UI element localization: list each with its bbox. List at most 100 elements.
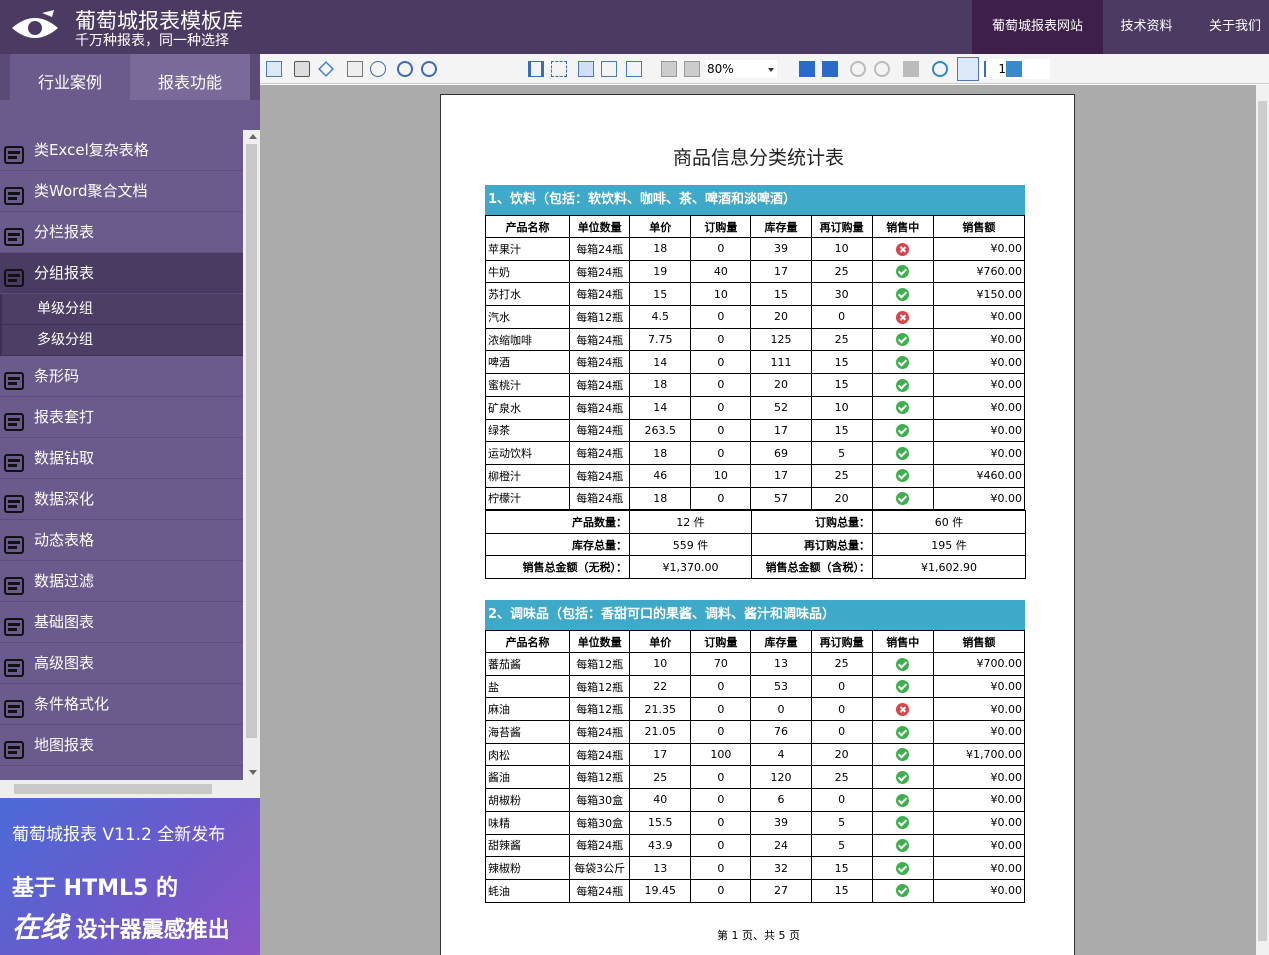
grape-logo-icon[interactable] [8, 8, 62, 46]
zoom-out-icon[interactable] [397, 61, 413, 77]
table-cell: 15 [750, 282, 812, 307]
first-page-icon[interactable] [661, 61, 677, 77]
data-table: 产品名称 单位数量 单价 订购量 库存量 再订购量 销售中 销售额 苹果汁 每箱24瓶 18 0 39 1… [484, 215, 1026, 511]
viewer-vertical-scrollbar[interactable] [1256, 85, 1269, 955]
forward-icon[interactable] [874, 61, 890, 77]
on-sale-cell [871, 463, 934, 488]
check-circle-icon [896, 771, 910, 785]
banner-designer-text: 设计器震感推出 [68, 918, 230, 943]
last-page-icon[interactable] [822, 61, 838, 77]
chevron-down-icon[interactable] [768, 68, 774, 72]
sidebar-vertical-scrollbar[interactable] [243, 130, 260, 798]
sidebar-item-bar-chart[interactable]: 基础图表 [0, 602, 243, 643]
table-cell: ¥460.00 [932, 463, 1026, 488]
nav-link-tech-docs[interactable]: 技术资料 [1103, 0, 1190, 54]
pan-hand-icon[interactable] [957, 57, 979, 81]
nav-link-website[interactable]: 葡萄城报表网站 [972, 0, 1103, 54]
scroll-up-icon[interactable] [249, 134, 257, 139]
single-page-icon[interactable] [578, 61, 594, 77]
table-cell: 每箱12瓶 [569, 697, 631, 722]
check-circle-icon [896, 748, 910, 762]
sidebar-subitem[interactable]: 多级分组 [0, 325, 243, 356]
sidebar-item-globe[interactable]: 地图报表 [0, 725, 243, 766]
table-cell: 10 [810, 395, 873, 420]
section-header: 2、调味品（包括：香甜可口的果酱、调料、酱汁和调味品） [485, 600, 1025, 630]
on-sale-cell [871, 878, 934, 903]
sidebar-item-filter[interactable]: 数据过滤 [0, 561, 243, 602]
table-cell: ¥0.00 [932, 441, 1026, 465]
sidebar-item-excel[interactable]: 类Excel复杂表格 [0, 130, 243, 171]
table-cell: 25 [810, 463, 873, 488]
summary-value: 195 件 [872, 532, 1026, 557]
check-circle-icon [896, 378, 910, 392]
copy-icon[interactable] [347, 61, 363, 77]
summary-table: 产品数量： 12 件订购总量： 60 件库存总量： 559 件再订购总量： 195 件销… [485, 510, 1026, 579]
sidebar-item-table[interactable]: 动态表格 [0, 520, 243, 561]
sidebar-item-label: 条形码 [34, 367, 80, 385]
fit-page-icon[interactable] [551, 61, 567, 77]
sidebar-horizontal-scrollbar[interactable] [0, 780, 243, 798]
fit-width-icon[interactable] [528, 61, 544, 77]
zoom-in-icon[interactable] [421, 61, 437, 77]
on-sale-cell [871, 373, 934, 397]
release-banner[interactable]: 葡萄城报表 V11.2 全新发布 基于 HTML5 的 在线 设计器震感推出 [0, 798, 260, 955]
scroll-thumb[interactable] [246, 144, 257, 738]
find-icon[interactable] [370, 61, 386, 77]
report-viewport[interactable]: 商品信息分类统计表 1、饮料（包括：软饮料、咖啡、茶、啤酒和淡啤酒） 产品名称 单位… [260, 85, 1256, 955]
table-cell: 每箱24瓶 [569, 282, 631, 307]
sidebar-item-word[interactable]: 类Word聚合文档 [0, 171, 243, 212]
sidebar-item-columns[interactable]: 分栏报表 [0, 212, 243, 253]
summary-label: 再订购总量： [751, 532, 873, 557]
sidebar-subitem[interactable]: 单级分组 [0, 294, 243, 325]
sidebar-item-share-arrow[interactable]: 数据钻取 [0, 438, 243, 479]
print-icon[interactable] [294, 61, 310, 77]
tab-report-features[interactable]: 报表功能 [130, 54, 250, 100]
summary-value: ¥1,370.00 [629, 555, 752, 579]
toggle-sidebar-icon[interactable] [266, 61, 282, 77]
table-cell: ¥0.00 [932, 373, 1026, 397]
table-cell: 19 [629, 259, 692, 284]
sidebar-item-label: 条件格式化 [34, 695, 110, 713]
table-cell: 5 [810, 833, 873, 858]
continuous-icon[interactable] [601, 61, 617, 77]
filter-icon [4, 571, 26, 595]
export-icon[interactable] [318, 61, 334, 77]
check-circle-icon [896, 265, 910, 279]
viewer-scroll-thumb[interactable] [1258, 101, 1267, 941]
prev-page-icon[interactable] [684, 61, 700, 77]
table-cell: 每箱12瓶 [569, 652, 631, 676]
cross-circle-icon [896, 702, 910, 716]
table-row: 汽水 每箱12瓶 4.5 0 20 0 ¥0.00 [484, 305, 1026, 329]
refresh-icon[interactable] [932, 61, 948, 77]
table-cell: 0 [690, 486, 752, 511]
check-circle-icon [896, 816, 910, 830]
sidebar-item-label: 高级图表 [34, 654, 95, 672]
nav-link-about-us[interactable]: 关于我们 [1190, 0, 1269, 54]
sidebar-item-paint-roller[interactable]: 条件格式化 [0, 684, 243, 725]
scroll-down-icon[interactable] [249, 770, 257, 775]
sidebar-item-printer[interactable]: 报表套打 [0, 397, 243, 438]
tab-industry-cases[interactable]: 行业案例 [10, 54, 130, 100]
on-sale-cell [871, 305, 934, 329]
table-cell: 矿泉水 [484, 395, 571, 420]
excel-icon [4, 140, 26, 164]
table-cell: 0 [690, 856, 752, 880]
zoom-select[interactable]: 80% [704, 59, 778, 79]
next-page-icon[interactable] [799, 61, 815, 77]
select-text-icon[interactable] [984, 61, 1000, 77]
table-row: 运动饮料 每箱24瓶 18 0 69 5 ¥0.00 [484, 441, 1026, 465]
sidebar-item-tree[interactable]: 分组报表 [0, 253, 243, 294]
hscroll-thumb[interactable] [14, 784, 212, 794]
sidebar-item-plus-box[interactable]: 数据深化 [0, 479, 243, 520]
parent-report-icon[interactable] [903, 61, 919, 77]
column-header: 单价 [629, 630, 692, 653]
column-header: 库存量 [750, 630, 812, 653]
table-cell: 0 [690, 395, 752, 420]
table-cell: ¥0.00 [932, 878, 1026, 903]
sidebar-item-qrcode[interactable]: 条形码 [0, 356, 243, 397]
table-cell: 22 [629, 674, 692, 699]
sidebar-item-scatter-chart[interactable]: 高级图表 [0, 643, 243, 684]
back-icon[interactable] [850, 61, 866, 77]
multi-page-icon[interactable] [626, 61, 642, 77]
snapshot-icon[interactable] [1006, 61, 1022, 77]
